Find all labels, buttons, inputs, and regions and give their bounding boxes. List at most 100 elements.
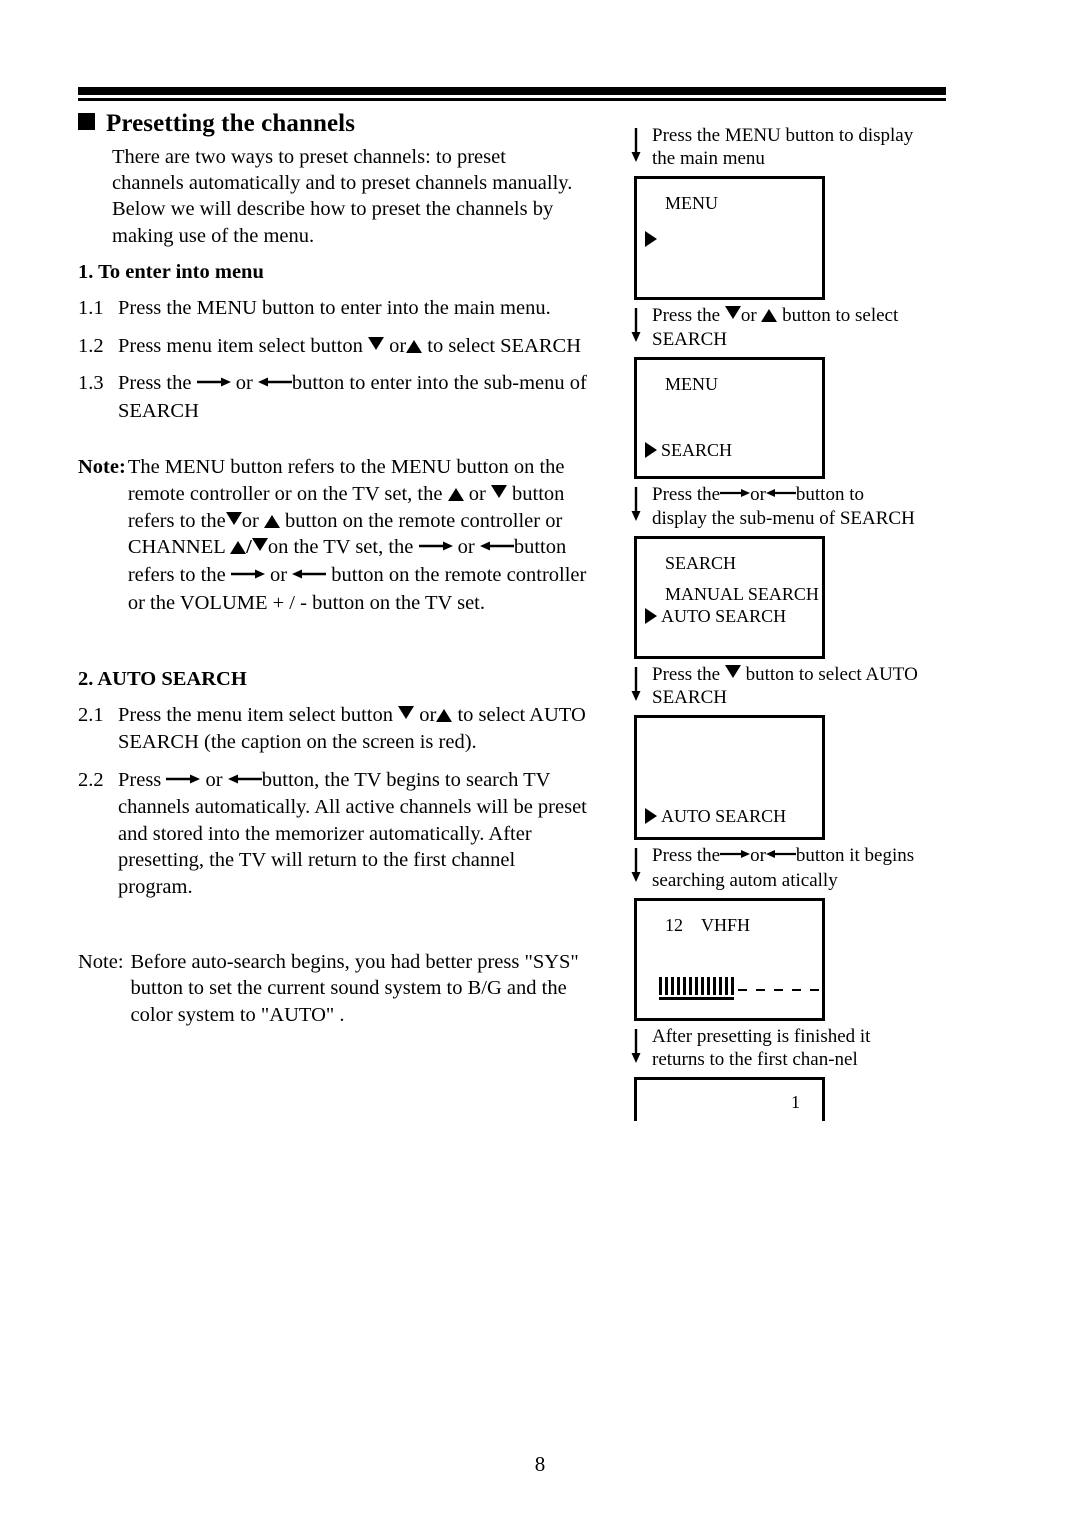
arrow-down-icon	[630, 1028, 642, 1069]
step-number: 1.2	[78, 334, 104, 357]
triangle-up-icon	[263, 514, 280, 528]
progress-bar	[665, 976, 668, 995]
triangle-up-icon	[761, 309, 778, 323]
pointer-triangle-icon	[645, 607, 657, 624]
flow-step-4: Press the button to select AUTO SEARCH A…	[622, 663, 922, 841]
screen-3-pointer-label: AUTO SEARCH	[661, 605, 787, 626]
header-rule-thick	[78, 87, 946, 95]
screen-2-pointer-label: SEARCH	[661, 439, 733, 460]
arrow-right-icon	[230, 561, 265, 588]
step-text-before: Press the menu item select button	[118, 704, 393, 727]
tv-screen-6: 1	[634, 1077, 825, 1122]
arrow-left-icon	[227, 766, 262, 793]
progress-bar	[725, 976, 728, 995]
tv-screen-1: MENU	[634, 176, 825, 301]
step-text-before: Press	[118, 768, 162, 791]
pointer-triangle-icon	[645, 808, 657, 825]
step-number: 2.1	[78, 704, 104, 727]
step-text-after: to select SEARCH	[427, 334, 582, 357]
step-text: Press or button, the TV begins to search…	[118, 767, 588, 901]
progress-dash	[756, 988, 765, 991]
flow-caption-6: After presetting is finished it returns …	[622, 1025, 922, 1071]
heading-part-1: 1. To enter into menu	[78, 260, 264, 283]
progress-bar	[701, 976, 704, 995]
page-title: Presetting the channels	[78, 110, 588, 138]
screen-6-channel-number: 1	[791, 1092, 800, 1113]
flow-caption-1: Press the MENU button to display the mai…	[622, 124, 922, 170]
arrow-down-icon	[630, 667, 642, 707]
triangle-down-icon	[724, 665, 741, 679]
progress-dash	[774, 988, 783, 991]
screen-2-pointer-row: SEARCH	[637, 440, 822, 462]
tv-screen-2: MENU SEARCH	[634, 356, 825, 479]
tv-screen-4: AUTO SEARCH	[634, 715, 825, 841]
arrow-right-icon	[720, 843, 751, 866]
screen-3-title: SEARCH	[665, 553, 737, 574]
triangle-up-icon	[436, 709, 453, 723]
progress-bar	[677, 976, 680, 995]
header-rule	[78, 87, 946, 101]
note-1-text-i: or	[269, 564, 288, 586]
note-1-text-b: or	[468, 483, 486, 506]
note-1-label: Note:	[78, 456, 126, 479]
triangle-down-icon	[251, 538, 268, 552]
triangle-up-icon	[406, 339, 423, 353]
note-1-text-d: or	[241, 509, 259, 532]
progress-dash	[792, 988, 801, 991]
arrow-left-icon	[292, 561, 327, 588]
flow-step-6: After presetting is finished it returns …	[622, 1025, 922, 1122]
step-text-mid: or	[235, 372, 253, 395]
progress-bar	[671, 976, 674, 995]
step-text: Press menu item select button or to sele…	[118, 333, 588, 360]
screen-2-title: MENU	[665, 373, 718, 394]
screen-5-channel: 12	[665, 914, 683, 935]
step-text-before: Press the	[118, 372, 192, 395]
screen-3-item-1: MANUAL SEARCH	[665, 584, 819, 605]
flow-caption-1-text: Press the MENU button to display the mai…	[652, 125, 914, 170]
heading-part-2: 2. AUTO SEARCH	[78, 668, 247, 691]
step-2-1: 2.1 Press the menu item select button or…	[78, 702, 588, 755]
arrow-right-icon	[166, 766, 201, 793]
progress-bars	[659, 976, 734, 1000]
progress-bar	[695, 976, 698, 995]
flow-caption-2-a: Press the	[652, 305, 721, 327]
progress-bar	[731, 976, 734, 995]
triangle-down-icon	[367, 336, 384, 350]
arrow-down-icon	[630, 308, 642, 348]
note-2-label: Note:	[78, 950, 124, 973]
flow-caption-4-a: Press the	[652, 664, 721, 686]
flow-caption-3-a: Press the	[652, 483, 721, 505]
step-2-2: 2.2 Press or button, the TV begins to se…	[78, 767, 588, 901]
step-text: Press the MENU button to enter into the …	[118, 296, 551, 319]
flow-caption-5-a: Press the	[652, 845, 721, 867]
triangle-down-icon	[398, 706, 415, 720]
intro-paragraph: There are two ways to preset channels: t…	[112, 146, 573, 247]
flow-column: Press the MENU button to display the mai…	[622, 124, 922, 1125]
pointer-triangle-icon	[645, 231, 657, 248]
flow-step-5: Press the or button it begins searching au…	[622, 843, 922, 1021]
step-text-mid: or	[389, 334, 407, 357]
progress-bar	[713, 976, 716, 995]
flow-step-2: Press the or button to select SEARCH MEN…	[622, 304, 922, 479]
step-text: Press the menu item select button or to …	[118, 702, 588, 755]
step-number: 1.1	[78, 296, 104, 319]
page-number: 8	[534, 1452, 546, 1476]
screen-5-channel-row: 12 VHFH	[637, 915, 822, 937]
note-1: Note: The MENU button refers to the MENU…	[78, 454, 588, 616]
step-1-3: 1.3 Press the or button to enter into th…	[78, 370, 588, 424]
note-2-body: Before auto-search begins, you had bette…	[130, 950, 579, 1026]
page-title-text: Presetting the channels	[106, 110, 356, 137]
flow-caption-4: Press the button to select AUTO SEARCH	[622, 663, 922, 709]
progress-bar	[719, 976, 722, 995]
progress-dash	[738, 988, 747, 991]
step-number: 2.2	[78, 768, 104, 791]
arrow-right-icon	[720, 482, 751, 505]
progress-bar	[659, 976, 662, 995]
flow-caption-5-b: or	[750, 845, 766, 867]
note-1-body: The MENU button refers to the MENU butto…	[128, 454, 588, 616]
progress-dash	[810, 988, 819, 991]
progress-bar	[707, 976, 710, 995]
black-square-icon	[78, 113, 95, 130]
screen-1-title: MENU	[665, 193, 718, 214]
tv-screen-3: SEARCH MANUAL SEARCH AUTO SEARCH	[634, 536, 825, 660]
